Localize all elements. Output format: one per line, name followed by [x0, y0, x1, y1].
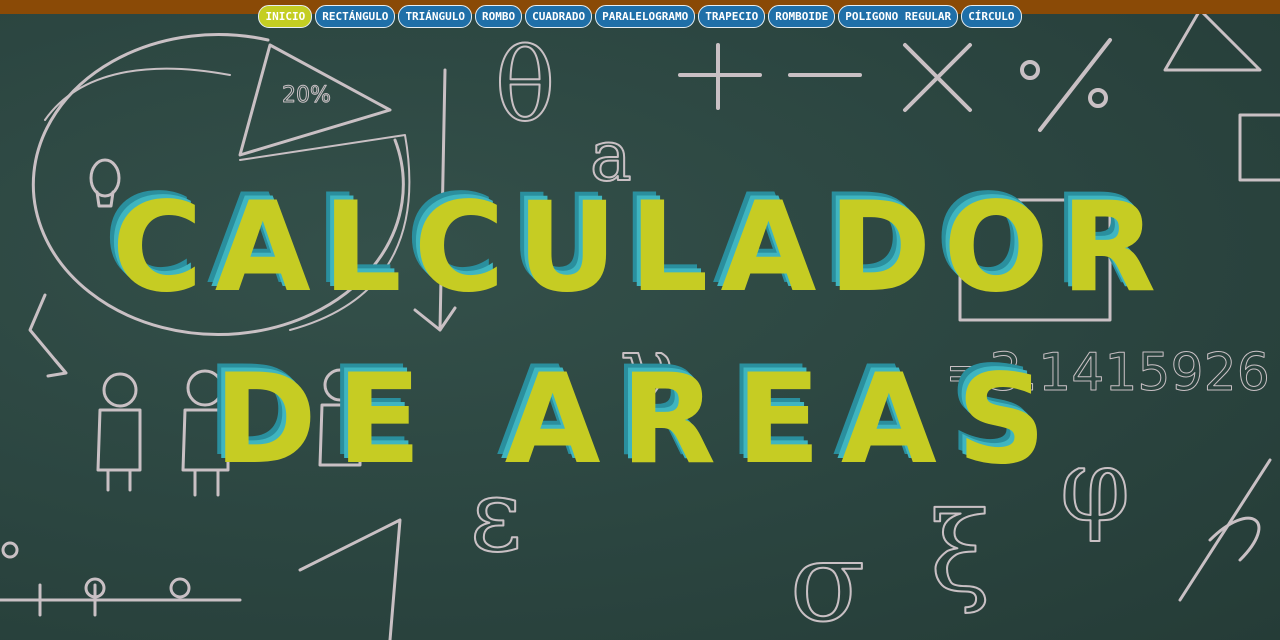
nav-item-poligono-regular[interactable]: POLIGONO REGULAR: [838, 5, 959, 28]
hero-title-line2: DE AREAS: [213, 348, 1067, 492]
nav-item-rombo[interactable]: ROMBO: [475, 5, 523, 28]
nav-item-inicio[interactable]: INICIO: [258, 5, 313, 28]
nav-item-rectangulo[interactable]: RECTÁNGULO: [315, 5, 396, 28]
nav-item-circulo[interactable]: CÍRCULO: [961, 5, 1022, 28]
hero-title-line1: CALCULADOR: [111, 176, 1169, 320]
chalk-theta: θ: [495, 27, 555, 144]
nav-item-trapecio[interactable]: TRAPECIO: [698, 5, 766, 28]
nav-item-paralelogramo[interactable]: PARALELOGRAMO: [595, 5, 696, 28]
nav-item-triangulo[interactable]: TRIÁNGULO: [398, 5, 473, 28]
math-operators-doodle: [678, 38, 1112, 132]
chalk-doodles: 20% θ a =3.1415926 γ φ ε σ ξ: [0, 8, 1280, 640]
nav-item-cuadrado[interactable]: CUADRADO: [525, 5, 593, 28]
chalk-percent: 20%: [282, 83, 331, 108]
nav-item-romboide[interactable]: ROMBOIDE: [768, 5, 836, 28]
chalk-sigma: σ: [790, 518, 865, 640]
chalk-xi: ξ: [930, 488, 991, 616]
main-nav: INICIO RECTÁNGULO TRIÁNGULO ROMBO CUADRA…: [0, 5, 1280, 28]
